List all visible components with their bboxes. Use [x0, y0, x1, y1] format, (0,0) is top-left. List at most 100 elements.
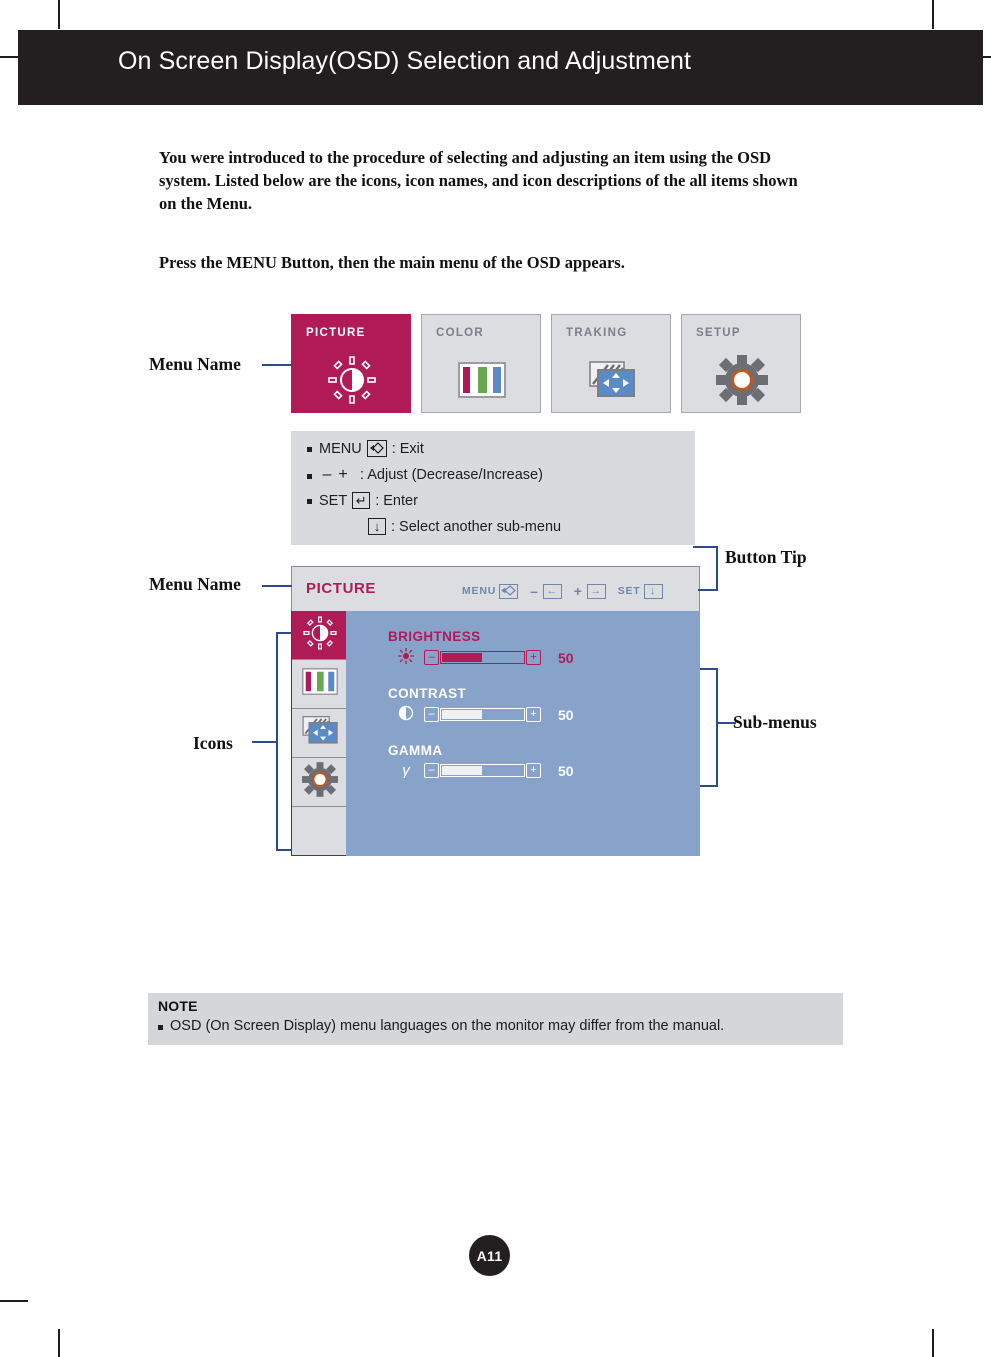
- osd-submenu-gamma-label: GAMMA: [388, 743, 443, 758]
- page-header-banner: On Screen Display(OSD) Selection and Adj…: [18, 30, 983, 105]
- gear-icon: [301, 762, 338, 802]
- brightness-slider[interactable]: [440, 651, 525, 664]
- down-arrow-icon: ↓: [368, 518, 386, 535]
- menu-diamond-icon: [366, 440, 387, 457]
- connector-icons-stem: [252, 741, 278, 743]
- osd-submenu-brightness-value: 50: [558, 649, 574, 666]
- button-tip-set-key: SET: [319, 492, 348, 509]
- left-arrow-icon: ←: [542, 583, 562, 599]
- color-bars-icon: [301, 668, 338, 700]
- contrast-circle-icon: [388, 705, 424, 724]
- note-box: NOTE OSD (On Screen Display) menu langua…: [148, 993, 843, 1045]
- menu-tab-traking-label: TRAKING: [566, 327, 628, 339]
- crop-mark-top-right-horizontal: [982, 56, 991, 58]
- connector-buttontip-to-panel: [698, 589, 718, 591]
- osd-sidebar-item-setup[interactable]: [292, 758, 347, 807]
- osd-submenu-contrast-label: CONTRAST: [388, 686, 467, 701]
- menu-tab-color[interactable]: COLOR: [421, 314, 541, 413]
- osd-hotkey-plus-label: +: [573, 583, 583, 599]
- note-text-content: OSD (On Screen Display) menu languages o…: [170, 1018, 725, 1034]
- gamma-slider[interactable]: [440, 764, 525, 777]
- bullet-icon: [307, 499, 312, 504]
- button-tip-row-submenu: ↓ : Select another sub-menu: [363, 518, 561, 535]
- contrast-slider[interactable]: [440, 708, 525, 721]
- connector-menu-name-bottom: [262, 585, 292, 587]
- gamma-increase-button[interactable]: +: [526, 763, 541, 778]
- brightness-increase-button[interactable]: +: [526, 650, 541, 665]
- plus-icon: +: [338, 466, 348, 483]
- osd-submenu-gamma-row: γ – + 50: [388, 762, 574, 779]
- connector-submenus-bracket-vertical: [716, 668, 718, 787]
- annotation-menu-name-bottom: Menu Name: [149, 574, 241, 594]
- menu-tab-traking[interactable]: TRAKING: [551, 314, 671, 413]
- contrast-increase-button[interactable]: +: [526, 707, 541, 722]
- note-body: OSD (On Screen Display) menu languages o…: [158, 1018, 724, 1034]
- down-arrow-icon: ↓: [643, 583, 663, 599]
- osd-panel: PICTURE MENU – ← + → SET ↓ BRIGHTNESS – …: [291, 566, 700, 856]
- osd-hotkey-menu-label: MENU: [462, 585, 497, 597]
- bullet-icon: [158, 1024, 163, 1030]
- osd-header-bar: PICTURE MENU – ← + → SET ↓: [291, 566, 700, 611]
- button-tip-set-desc: : Enter: [375, 492, 418, 509]
- button-tip-menu-key: MENU: [319, 440, 362, 457]
- menu-diamond-icon: [499, 583, 519, 599]
- brightness-icon: [302, 615, 338, 656]
- menu-tab-picture-label: PICTURE: [306, 327, 366, 339]
- intro-paragraph-2: Press the MENU Button, then the main men…: [159, 253, 625, 272]
- button-tip-row-adjust: – + : Adjust (Decrease/Increase): [307, 466, 543, 484]
- gamma-decrease-button[interactable]: –: [424, 763, 439, 778]
- osd-submenu-contrast[interactable]: CONTRAST – + 50: [388, 686, 688, 723]
- menu-tab-picture[interactable]: PICTURE: [291, 314, 411, 413]
- connector-buttontip-horizontal: [693, 546, 718, 548]
- contrast-decrease-button[interactable]: –: [424, 707, 439, 722]
- osd-sidebar-item-traking[interactable]: [292, 709, 347, 758]
- crop-mark-top-right-vertical: [932, 0, 934, 29]
- osd-sidebar-item-color[interactable]: [292, 660, 347, 709]
- osd-sidebar-item-picture[interactable]: [292, 611, 347, 660]
- annotation-icons: Icons: [193, 733, 233, 753]
- gamma-slider-fill: [442, 766, 482, 775]
- button-tip-row-set: SET ↵ : Enter: [307, 492, 418, 509]
- bullet-icon: [307, 473, 312, 479]
- osd-submenu-gamma-value: 50: [558, 762, 574, 779]
- connector-icons-bracket-top: [276, 632, 292, 634]
- osd-submenu-gamma[interactable]: GAMMA γ – + 50: [388, 743, 688, 779]
- crop-mark-top-left-horizontal: [0, 56, 19, 58]
- tracking-icon: [552, 351, 672, 409]
- right-arrow-icon: →: [586, 583, 606, 599]
- brightness-slider-fill: [442, 653, 482, 662]
- button-tip-box: MENU : Exit – + : Adjust (Decrease/Incre…: [291, 431, 695, 545]
- note-title: NOTE: [158, 998, 198, 1014]
- connector-submenus-bracket-top: [700, 668, 718, 670]
- sun-icon: [388, 647, 424, 667]
- intro-paragraph-1: You were introduced to the procedure of …: [159, 148, 798, 213]
- button-tip-row-menu: MENU : Exit: [307, 440, 424, 457]
- annotation-button-tip: Button Tip: [725, 547, 807, 567]
- crop-mark-bottom-left-horizontal: [0, 1300, 28, 1302]
- osd-submenu-brightness-row: – + 50: [388, 647, 574, 667]
- osd-sidebar-item-empty: [292, 807, 347, 856]
- menu-tab-setup-label: SETUP: [696, 327, 741, 339]
- osd-hotkey-legend: MENU – ← + → SET ↓: [462, 583, 666, 599]
- bullet-icon: [307, 447, 312, 452]
- annotation-menu-name-top: Menu Name: [149, 354, 241, 374]
- minus-icon: –: [322, 466, 332, 483]
- osd-submenu-brightness-label: BRIGHTNESS: [388, 629, 481, 644]
- osd-submenu-body: BRIGHTNESS – + 50 CONTRAST – + 50 GAMMA …: [346, 611, 700, 856]
- brightness-decrease-button[interactable]: –: [424, 650, 439, 665]
- button-tip-submenu-desc: : Select another sub-menu: [391, 518, 562, 535]
- connector-submenus-bracket-bottom: [700, 785, 718, 787]
- button-tip-adjust-desc: : Adjust (Decrease/Increase): [360, 467, 543, 483]
- tracking-icon: [300, 715, 340, 751]
- connector-buttontip-vertical: [716, 546, 718, 591]
- osd-icon-sidebar: [291, 611, 347, 856]
- color-bars-icon: [422, 351, 542, 409]
- annotation-sub-menus: Sub-menus: [733, 712, 817, 732]
- menu-tab-color-label: COLOR: [436, 327, 485, 339]
- menu-tab-setup[interactable]: SETUP: [681, 314, 801, 413]
- button-tip-menu-desc: : Exit: [391, 440, 424, 457]
- crop-mark-bottom-right-vertical: [932, 1329, 934, 1357]
- crop-mark-top-left-vertical: [58, 0, 60, 29]
- gear-icon: [682, 351, 802, 409]
- osd-submenu-brightness[interactable]: BRIGHTNESS – + 50: [388, 629, 688, 666]
